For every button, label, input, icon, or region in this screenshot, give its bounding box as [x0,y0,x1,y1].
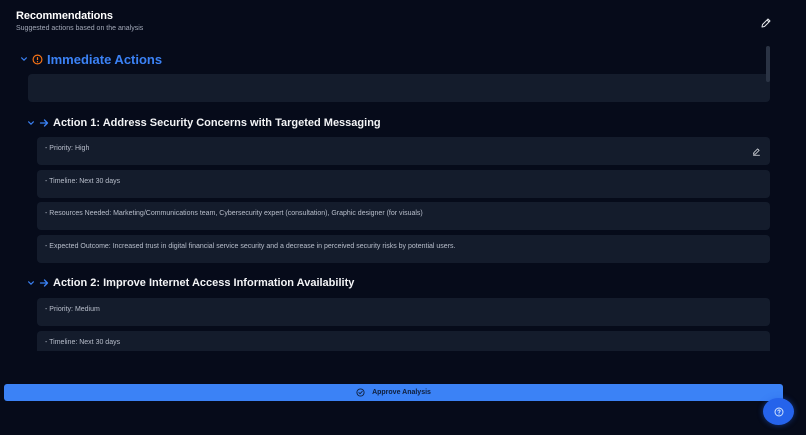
approve-label: Approve Analysis [372,389,431,396]
edit-button[interactable] [760,16,772,28]
item-text: - Priority: High [45,145,90,152]
action-1-item-priority[interactable]: - Priority: High [37,137,770,165]
action-title: Action 1: Address Security Concerns with… [53,117,381,129]
edit-pencil-icon[interactable] [752,147,761,156]
check-circle-icon [356,388,365,397]
chevron-down-icon[interactable] [27,119,35,127]
action-2-item-timeline[interactable]: - Timeline: Next 30 days [37,331,770,351]
action-1-item-resources[interactable]: - Resources Needed: Marketing/Communicat… [37,202,770,230]
page-subtitle: Suggested actions based on the analysis [16,25,144,32]
chevron-down-icon[interactable] [27,279,35,287]
help-button[interactable] [763,398,794,425]
section-immediate-actions[interactable]: Immediate Actions [20,51,163,67]
page-title: Recommendations [16,10,113,22]
item-text: - Timeline: Next 30 days [45,178,121,185]
item-text: - Resources Needed: Marketing/Communicat… [45,210,423,217]
approve-analysis-button[interactable]: Approve Analysis [4,384,783,401]
alert-circle-icon [32,54,43,64]
recommendations-scroll-area[interactable]: Immediate Actions Action 1: Address Secu… [0,44,772,351]
action-1-item-outcome[interactable]: - Expected Outcome: Increased trust in d… [37,235,770,263]
action-1-header[interactable]: Action 1: Address Security Concerns with… [27,116,381,130]
arrow-right-icon [39,279,49,287]
scrollbar-thumb[interactable] [766,46,770,82]
item-text: - Priority: Medium [45,306,100,313]
help-circle-icon [774,407,783,416]
action-2-header[interactable]: Action 2: Improve Internet Access Inform… [27,276,354,290]
recommendations-header: Recommendations Suggested actions based … [16,10,776,32]
section-content-box [28,74,770,102]
arrow-right-icon [39,119,49,127]
pencil-icon [761,18,771,28]
action-2-item-priority[interactable]: - Priority: Medium [37,298,770,326]
chevron-down-icon[interactable] [20,55,28,63]
action-title: Action 2: Improve Internet Access Inform… [53,277,355,289]
action-1-item-timeline[interactable]: - Timeline: Next 30 days [37,170,770,198]
item-text: - Timeline: Next 30 days [45,339,121,346]
section-title: Immediate Actions [47,51,163,67]
item-text: - Expected Outcome: Increased trust in d… [45,243,456,250]
